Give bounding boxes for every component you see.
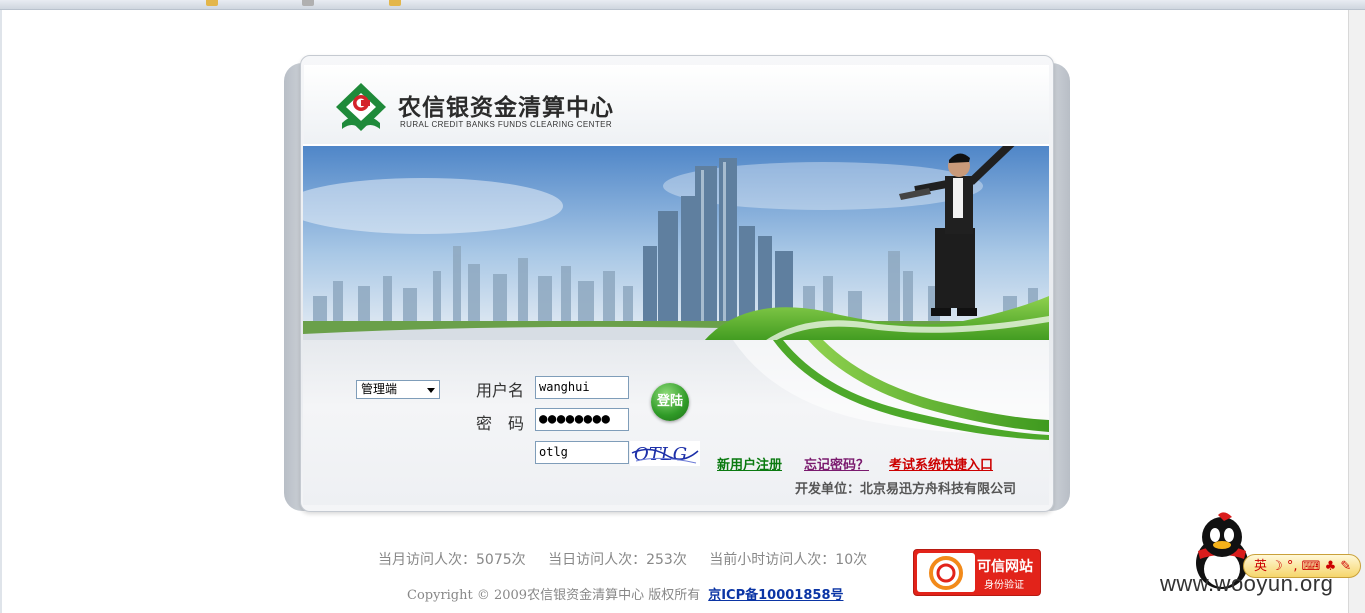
tab-icon[interactable] (389, 0, 401, 6)
monthly-visits: 当月访问人次：5075次 (378, 552, 526, 568)
vertical-scrollbar[interactable] (1348, 10, 1365, 613)
tab-icon[interactable] (302, 0, 314, 6)
login-button[interactable]: 登陆 (651, 383, 689, 421)
role-select-value: 管理端 (361, 382, 398, 396)
browser-top-bar (0, 0, 1365, 10)
icp-link[interactable]: 京ICP备10001858号 (708, 588, 843, 603)
city-banner-image (303, 144, 1049, 344)
captcha-text: OTLG (634, 444, 687, 465)
password-label: 密 码 (476, 414, 525, 433)
forgot-password-link[interactable]: 忘记密码？ (804, 454, 869, 473)
trust-logo-icon (917, 553, 975, 592)
hourly-visits: 当前小时访问人次：10次 (709, 552, 868, 568)
tab-icon[interactable] (206, 0, 218, 6)
chevron-down-icon (427, 388, 435, 393)
watermark-text: www.wooyun.org (1160, 571, 1334, 596)
captcha-input[interactable]: otlg (535, 441, 629, 464)
captcha-image[interactable]: OTLG (630, 441, 700, 466)
register-link[interactable]: 新用户注册 (717, 454, 782, 473)
daily-visits: 当日访问人次：253次 (548, 552, 687, 568)
brand-title-en: RURAL CREDIT BANKS FUNDS CLEARING CENTER (400, 120, 613, 129)
username-label: 用户名 (476, 381, 525, 400)
copyright-text: Copyright © 2009农信银资金清算中心 版权所有 (407, 588, 701, 603)
username-field[interactable]: wanghui (535, 376, 629, 399)
password-field[interactable]: ●●●●●●●● (535, 408, 629, 431)
role-select[interactable]: 管理端 (356, 380, 440, 399)
exam-system-link[interactable]: 考试系统快捷入口 (889, 454, 993, 473)
trust-badge-subtitle: 身份验证 (984, 580, 1024, 591)
trust-badge-title: 可信网站 (977, 559, 1033, 575)
developer-credit: 开发单位：北京易迅方舟科技有限公司 (795, 482, 1017, 497)
brand-title-cn: 农信银资金清算中心 (398, 95, 614, 121)
window-edge (0, 10, 2, 613)
copyright-line: Copyright © 2009农信银资金清算中心 版权所有 京ICP备10001… (407, 584, 844, 603)
trusted-site-badge[interactable]: 可信网站 身份验证 (913, 549, 1041, 596)
rcc-logo-icon (336, 83, 386, 131)
visit-stats: 当月访问人次：5075次 当日访问人次：253次 当前小时访问人次：10次 (378, 549, 885, 569)
